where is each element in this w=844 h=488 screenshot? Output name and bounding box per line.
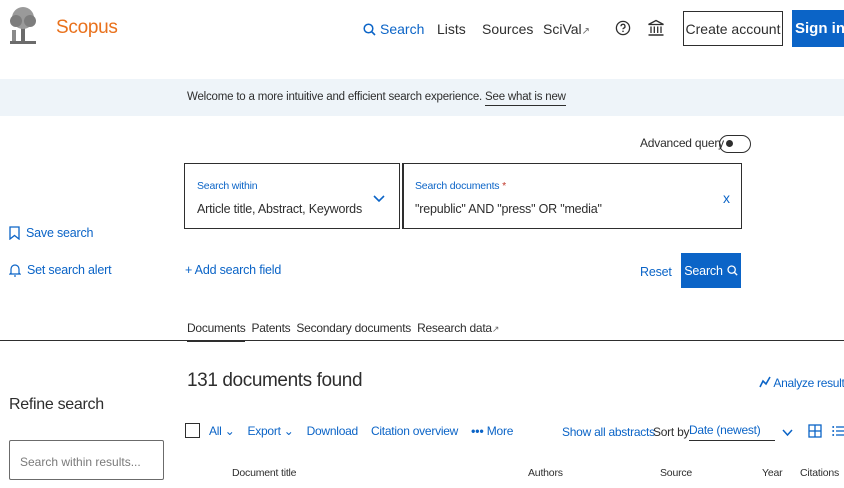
chart-line-icon [759,376,771,388]
sign-in-button[interactable]: Sign in [792,10,844,47]
export-label: Export [247,423,281,438]
sort-by-label: Sort by [653,425,690,439]
table-view-icon[interactable] [808,424,822,438]
nav-scival[interactable]: SciVal↗ [543,21,590,37]
search-documents-label-text: Search documents [415,180,500,192]
help-icon[interactable] [615,20,631,36]
add-search-field-button[interactable]: + Add search field [185,263,281,277]
elsevier-tree-logo [10,7,36,44]
toggle-knob [726,140,733,147]
bookmark-icon [9,226,20,240]
set-search-alert-button[interactable]: Set search alert [9,263,112,277]
search-submit-button[interactable]: Search [681,253,741,288]
search-icon [363,22,376,36]
list-view-icon[interactable] [832,425,844,437]
external-link-icon: ↗ [581,26,591,37]
brand-name[interactable]: Scopus [56,17,118,39]
chevron-down-icon: ⌄ [224,423,235,438]
search-documents-input[interactable]: "republic" AND "press" OR "media" [415,202,602,216]
citation-overview-button[interactable]: Citation overview [371,424,458,438]
refine-search-title: Refine search [9,396,104,413]
chevron-down-icon[interactable] [372,194,386,204]
set-alert-label: Set search alert [27,263,112,277]
search-within-label: Search within [197,180,258,192]
column-header-document-title: Document title [232,467,297,479]
column-header-citations[interactable]: Citations [800,467,839,479]
tab-research-data[interactable]: Research data↗ [417,321,499,342]
search-within-select[interactable] [184,163,399,229]
show-all-abstracts-button[interactable]: Show all abstracts [562,425,655,439]
clear-search-button[interactable]: x [723,190,730,206]
search-documents-label: Search documents * [415,180,506,192]
nav-sources[interactable]: Sources [482,21,533,37]
reset-button[interactable]: Reset [640,265,672,279]
tab-patents[interactable]: Patents [251,321,290,342]
advanced-query-toggle[interactable] [719,135,751,153]
export-dropdown[interactable]: Export ⌄ [248,424,294,438]
see-whats-new-link[interactable]: See what is new [485,91,566,106]
tab-research-data-label: Research data [417,321,492,335]
external-link-icon: ↗ [491,324,500,334]
banner-text: Welcome to a more intuitive and efficien… [187,91,483,103]
nav-search[interactable]: Search [363,21,424,37]
search-within-value[interactable]: Article title, Abstract, Keywords [197,202,362,216]
institution-icon[interactable] [647,19,665,37]
required-mark: * [502,180,506,192]
create-account-button[interactable]: Create account [683,11,783,46]
all-label: All [209,423,222,438]
select-all-dropdown[interactable]: All ⌄ [209,424,235,438]
search-within-results-input[interactable]: Search within results... [9,440,164,480]
advanced-query-label: Advanced query [640,136,724,150]
save-search-label: Save search [26,226,94,240]
more-dots-icon: ••• [471,423,484,438]
column-header-source: Source [660,467,693,479]
chevron-down-icon[interactable] [782,429,793,437]
chevron-down-icon: ⌄ [283,423,294,438]
tab-secondary-documents[interactable]: Secondary documents [296,321,411,342]
more-button[interactable]: ••• More [471,424,513,438]
download-button[interactable]: Download [307,424,359,438]
tabs-divider [0,340,844,341]
nav-search-label: Search [380,21,425,37]
select-all-checkbox[interactable] [185,423,200,438]
analyze-results-label: Analyze results [773,376,844,390]
search-icon [727,265,738,276]
nav-lists[interactable]: Lists [437,21,466,37]
results-count: 131 documents found [187,370,363,391]
save-search-button[interactable]: Save search [9,226,93,240]
column-header-year[interactable]: Year [762,467,783,479]
search-documents-field[interactable] [403,163,742,229]
results-toolbar: All ⌄ Export ⌄ Download Citation overvie… [185,423,526,438]
banner-message: Welcome to a more intuitive and efficien… [187,91,566,106]
column-header-authors: Authors [528,467,563,479]
sort-select[interactable]: Date (newest) [689,423,775,441]
nav-scival-label: SciVal [543,21,582,37]
analyze-results-link[interactable]: Analyze results [759,376,844,390]
result-type-tabs: Documents Patents Secondary documents Re… [187,321,499,342]
more-label: More [486,423,514,438]
tab-documents[interactable]: Documents [187,321,246,342]
search-submit-label: Search [684,263,723,278]
bell-icon [9,264,21,277]
